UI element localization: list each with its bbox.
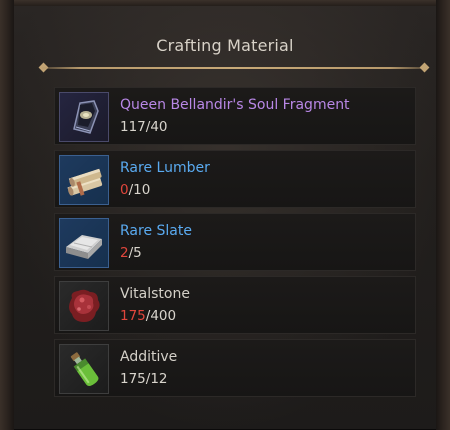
material-list: Queen Bellandir's Soul Fragment 117/40 R… [54,87,416,402]
quantity-owned: 175 [120,371,146,387]
panel-frame-left [0,0,14,430]
panel-frame-top [0,0,450,6]
title-divider [42,67,428,69]
material-row-additive[interactable]: Additive 175/12 [54,339,416,397]
material-quantity: 175/400 [120,308,177,324]
divider-ornament-right [419,62,430,73]
material-row-rare-slate[interactable]: Rare Slate 2/5 [54,213,416,271]
quantity-owned: 0 [120,182,129,198]
quantity-required: 5 [133,245,142,261]
panel-title: Crafting Material [156,36,294,55]
quantity-required: 40 [150,119,168,135]
material-name: Vitalstone [120,286,190,302]
material-name: Queen Bellandir's Soul Fragment [120,97,350,113]
material-name: Rare Slate [120,223,192,239]
quantity-required: 400 [150,308,177,324]
material-quantity: 0/10 [120,182,151,198]
material-name: Rare Lumber [120,160,210,176]
crafting-material-panel: Crafting Material Queen Bellandir's Soul… [0,0,450,430]
soul-fragment-icon [59,92,109,142]
quantity-required: 12 [150,371,168,387]
material-row-vitalstone[interactable]: Vitalstone 175/400 [54,276,416,334]
material-name: Additive [120,349,178,365]
material-quantity: 117/40 [120,119,168,135]
additive-potion-icon [59,344,109,394]
material-row-soul-fragment[interactable]: Queen Bellandir's Soul Fragment 117/40 [54,87,416,145]
lumber-icon [59,155,109,205]
material-quantity: 2/5 [120,245,142,261]
vitalstone-icon [59,281,109,331]
quantity-owned: 175 [120,308,146,324]
material-quantity: 175/12 [120,371,168,387]
quantity-required: 10 [133,182,151,198]
slate-icon [59,218,109,268]
quantity-owned: 2 [120,245,129,261]
panel-frame-right [436,0,450,430]
quantity-owned: 117 [120,119,146,135]
material-row-rare-lumber[interactable]: Rare Lumber 0/10 [54,150,416,208]
